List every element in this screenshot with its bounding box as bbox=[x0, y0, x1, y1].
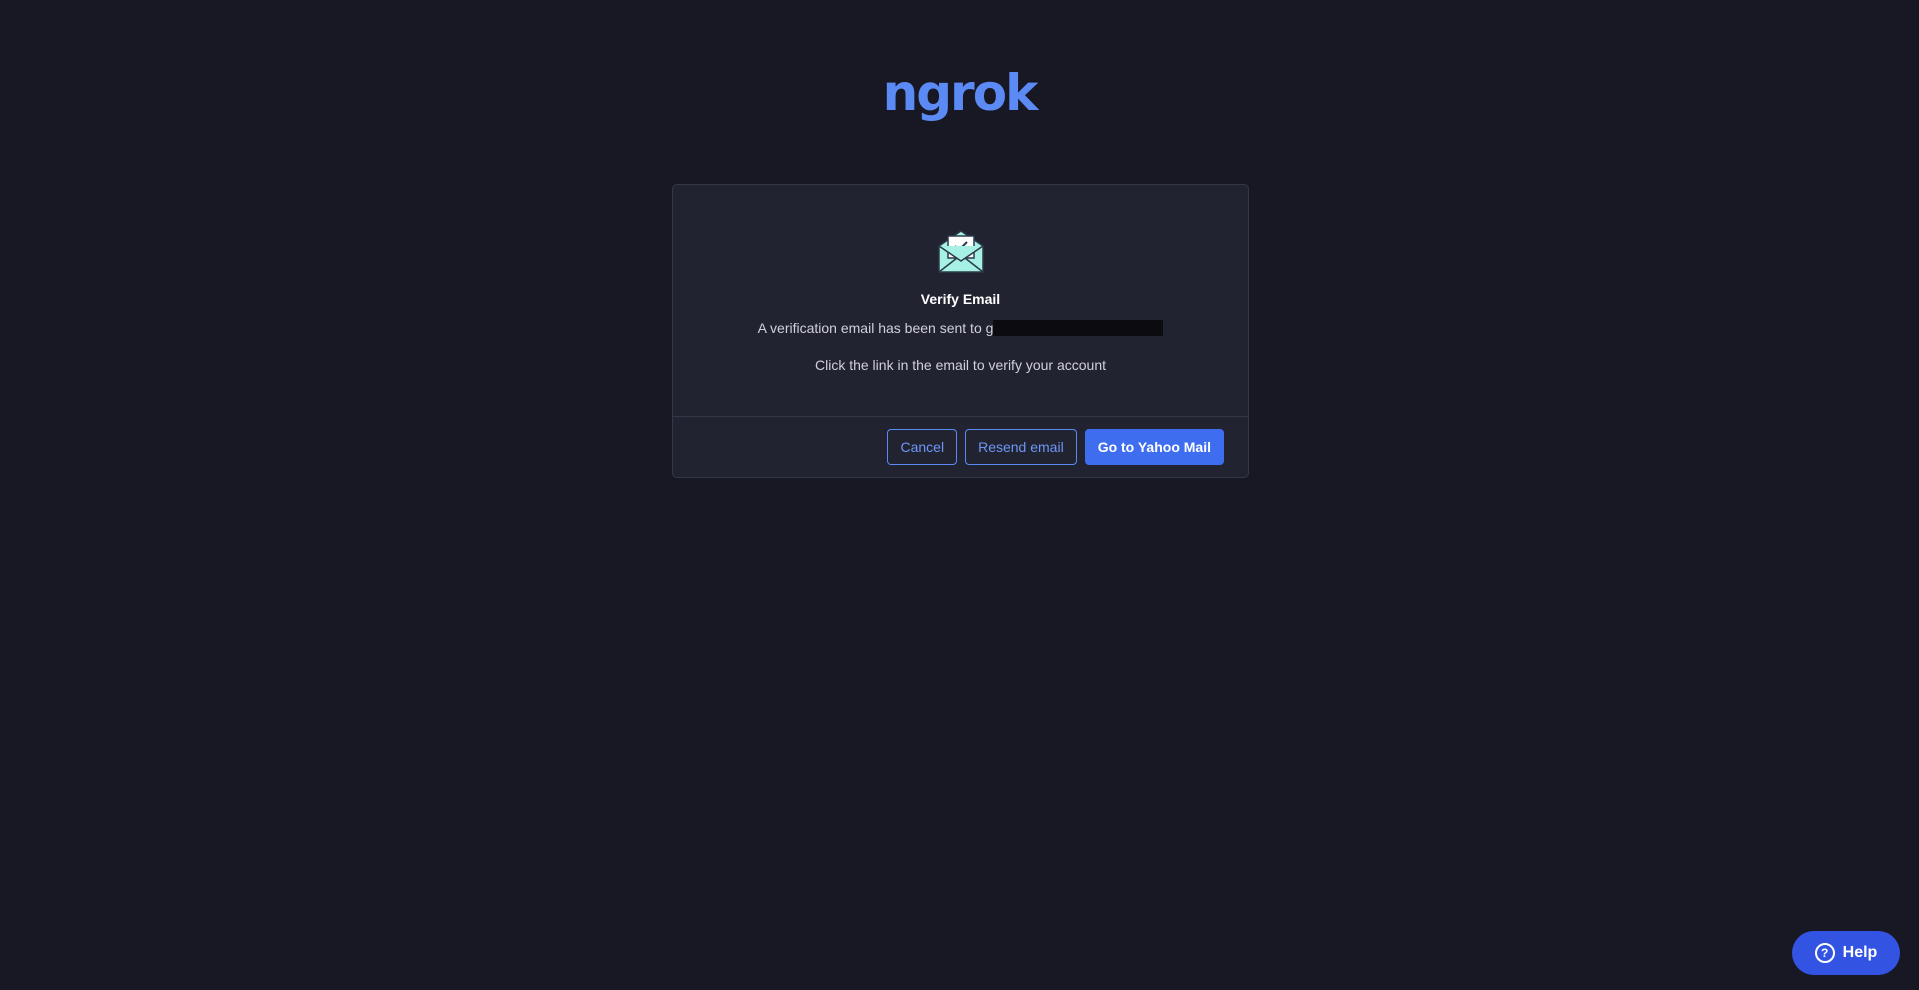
redacted-email bbox=[993, 319, 1164, 336]
logo-text: ngrok bbox=[882, 64, 1039, 122]
instruction-text: Click the link in the email to verify yo… bbox=[814, 357, 1106, 373]
mail-open-check-icon bbox=[936, 228, 986, 274]
question-circle-icon: ? bbox=[1814, 943, 1835, 963]
help-button[interactable]: ? Help bbox=[1792, 931, 1900, 975]
card-body: Verify Email A verification email has be… bbox=[673, 185, 1248, 417]
help-label: Help bbox=[1842, 944, 1878, 961]
sent-message: A verification email has been sent to g bbox=[673, 319, 1248, 336]
go-to-mail-button[interactable]: Go to Yahoo Mail bbox=[1084, 429, 1224, 465]
ngrok-logo: ngrok bbox=[0, 68, 1919, 118]
card-footer: Cancel Resend email Go to Yahoo Mail bbox=[673, 417, 1248, 477]
card-title: Verify Email bbox=[920, 291, 1001, 307]
sent-prefix: A verification email has been sent to g bbox=[757, 320, 994, 336]
verify-email-card: Verify Email A verification email has be… bbox=[672, 184, 1249, 478]
cancel-button[interactable]: Cancel bbox=[887, 429, 958, 465]
resend-email-button[interactable]: Resend email bbox=[965, 429, 1077, 465]
